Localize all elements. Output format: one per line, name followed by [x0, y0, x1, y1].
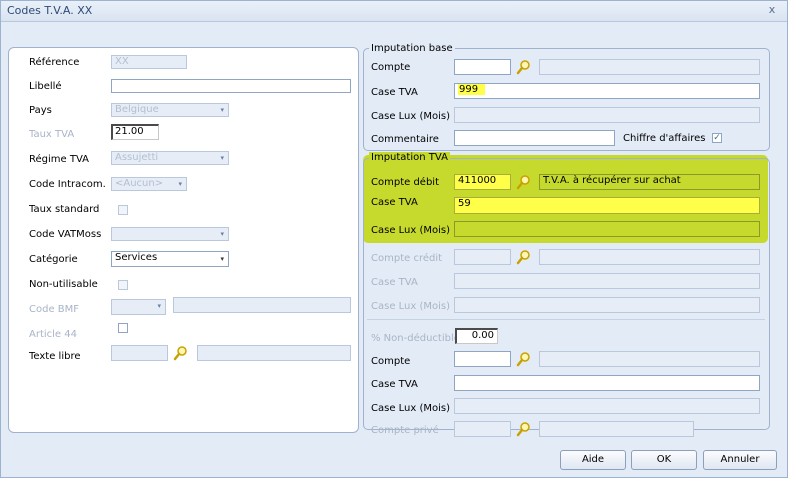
search-icon[interactable] — [173, 345, 189, 361]
tva-case-lux-input[interactable] — [454, 221, 760, 237]
dialog-window: Codes T.V.A. XX x Référence XX Libellé P… — [0, 0, 788, 478]
pays-select[interactable]: Belgique ▾ — [111, 103, 229, 117]
pays-label: Pays — [29, 105, 52, 116]
commentaire-input[interactable] — [454, 130, 615, 146]
libelle-label: Libellé — [29, 81, 62, 92]
chevron-down-icon: ▾ — [220, 255, 224, 263]
taux-standard-checkbox[interactable] — [118, 205, 128, 215]
code-intracom-label: Code Intracom. — [29, 179, 106, 190]
nd-case-lux-input[interactable] — [454, 398, 760, 414]
ok-button[interactable]: OK — [631, 450, 697, 470]
reference-field: XX — [111, 55, 187, 69]
aide-button[interactable]: Aide — [560, 450, 626, 470]
base-compte-label: Compte — [371, 62, 411, 73]
non-deductible-label: % Non-déductible — [371, 333, 460, 344]
categorie-select[interactable]: Services ▾ — [111, 251, 229, 267]
tva-case-tva-label: Case TVA — [371, 197, 418, 208]
nd-compte-input[interactable] — [454, 351, 511, 367]
code-vatmoss-select[interactable]: ▾ — [111, 227, 229, 241]
compte-credit-label: Compte crédit — [371, 253, 443, 264]
chevron-down-icon: ▾ — [178, 180, 182, 188]
tva-case-lux-label: Case Lux (Mois) — [371, 225, 451, 236]
article-44-label: Article 44 — [29, 329, 77, 340]
compte-prive-label: Compte privé — [371, 425, 439, 436]
base-compte-input[interactable] — [454, 59, 511, 75]
taux-tva-field[interactable]: 21.00 — [111, 124, 159, 140]
non-deductible-value: 0.00 — [471, 330, 494, 341]
nd-compte-label: Compte — [371, 356, 411, 367]
title-bar: Codes T.V.A. XX x — [1, 1, 787, 22]
nd-compte-description — [539, 351, 760, 367]
code-intracom-select[interactable]: <Aucun> ▾ — [111, 177, 187, 191]
search-icon[interactable] — [516, 59, 532, 75]
categorie-label: Catégorie — [29, 254, 78, 265]
chevron-down-icon: ▾ — [157, 302, 161, 310]
chiffre-affaires-label: Chiffre d'affaires — [623, 133, 706, 144]
imputation-tva-title: Imputation TVA — [369, 152, 450, 163]
compte-debit-label: Compte débit — [371, 177, 439, 188]
reference-label: Référence — [29, 57, 80, 68]
regime-tva-label: Régime TVA — [29, 154, 89, 165]
article-44-checkbox[interactable] — [118, 323, 128, 333]
chiffre-affaires-checkbox[interactable]: ✓ — [712, 133, 722, 143]
base-case-tva-value: 999 — [458, 84, 486, 95]
close-icon[interactable]: x — [765, 3, 779, 17]
compte-prive-description — [539, 421, 694, 437]
regime-tva-value: Assujetti — [115, 152, 159, 163]
non-deductible-field[interactable]: 0.00 — [455, 328, 498, 344]
commentaire-label: Commentaire — [371, 134, 439, 145]
code-vatmoss-label: Code VATMoss — [29, 229, 102, 240]
compte-credit-input[interactable] — [454, 249, 511, 265]
categorie-value: Services — [115, 252, 158, 263]
base-case-tva-label: Case TVA — [371, 87, 418, 98]
taux-standard-label: Taux standard — [29, 204, 100, 215]
chevron-down-icon: ▾ — [220, 154, 224, 162]
base-case-tva-input[interactable]: 999 — [454, 83, 760, 99]
nd-case-tva-label: Case TVA — [371, 379, 418, 390]
window-title: Codes T.V.A. XX — [7, 4, 93, 17]
credit-case-lux-label: Case Lux (Mois) — [371, 301, 451, 312]
compte-debit-description: T.V.A. à récupérer sur achat — [539, 174, 760, 190]
compte-prive-input[interactable] — [454, 421, 511, 437]
credit-case-lux-input[interactable] — [454, 297, 760, 313]
base-compte-description — [539, 59, 760, 75]
nd-case-lux-label: Case Lux (Mois) — [371, 403, 451, 414]
search-icon[interactable] — [516, 249, 532, 265]
texte-libre-description — [197, 345, 351, 361]
code-bmf-select[interactable]: ▾ — [111, 299, 166, 315]
tva-case-tva-input[interactable]: 59 — [454, 197, 760, 214]
non-utilisable-label: Non-utilisable — [29, 279, 98, 290]
libelle-input[interactable] — [111, 79, 351, 93]
code-bmf-description — [173, 297, 351, 313]
texte-libre-code[interactable] — [111, 345, 168, 361]
nd-case-tva-input[interactable] — [454, 375, 760, 391]
pays-value: Belgique — [115, 104, 159, 115]
taux-tva-label: Taux TVA — [29, 129, 75, 140]
code-intracom-value: <Aucun> — [115, 178, 164, 189]
search-icon[interactable] — [516, 351, 532, 367]
base-case-lux-input[interactable] — [454, 107, 760, 123]
non-utilisable-checkbox[interactable] — [118, 280, 128, 290]
base-case-lux-label: Case Lux (Mois) — [371, 111, 451, 122]
section-divider — [367, 319, 765, 320]
annuler-button[interactable]: Annuler — [703, 450, 777, 470]
chevron-down-icon: ▾ — [220, 230, 224, 238]
credit-case-tva-label: Case TVA — [371, 277, 418, 288]
texte-libre-label: Texte libre — [29, 351, 81, 362]
code-bmf-label: Code BMF — [29, 304, 80, 315]
credit-case-tva-input[interactable] — [454, 273, 760, 289]
search-icon[interactable] — [516, 174, 532, 190]
compte-credit-description — [539, 249, 760, 265]
imputation-base-title: Imputation base — [369, 43, 455, 54]
compte-debit-input[interactable]: 411000 — [454, 174, 511, 190]
search-icon[interactable] — [516, 421, 532, 437]
regime-tva-select[interactable]: Assujetti ▾ — [111, 151, 229, 165]
chevron-down-icon: ▾ — [220, 106, 224, 114]
